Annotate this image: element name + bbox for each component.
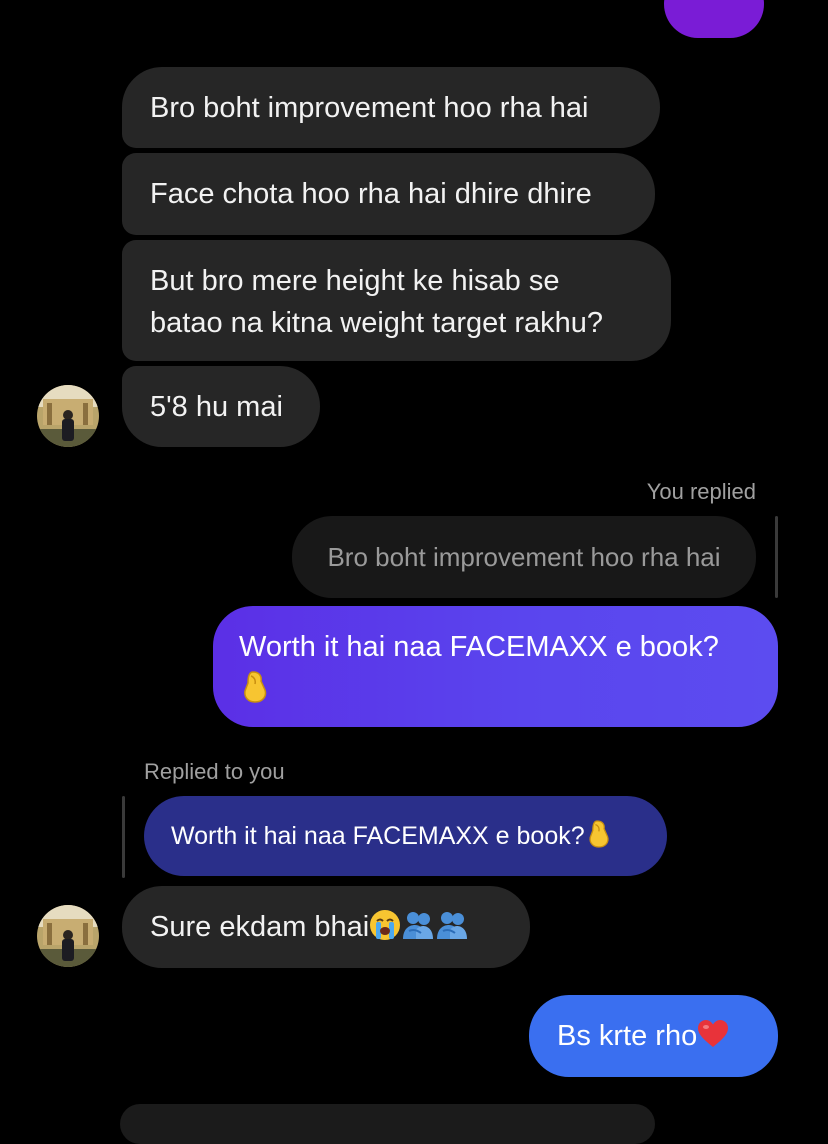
quoted-message[interactable]: Bro boht improvement hoo rha hai	[292, 516, 756, 598]
incoming-message[interactable]: 5'8 hu mai	[122, 366, 320, 447]
people-hugging-icon	[435, 909, 469, 941]
you-replied-label: You replied	[646, 479, 756, 504]
contact-avatar[interactable]	[37, 385, 99, 447]
incoming-message[interactable]: Face chota hoo rha hai dhire dhire	[122, 153, 655, 235]
pinched-fingers-icon	[239, 670, 269, 704]
red-heart-icon	[697, 1019, 729, 1049]
next-message-bubble-edge	[120, 1104, 655, 1144]
reply-quote-bar	[122, 796, 125, 878]
pinched-fingers-icon	[585, 819, 611, 849]
outgoing-message[interactable]: Worth it hai naa FACEMAXX e book?	[213, 606, 778, 727]
incoming-message[interactable]: But bro mere height ke hisab se batao na…	[122, 240, 671, 361]
loudly-crying-face-icon	[369, 909, 401, 941]
contact-avatar[interactable]	[37, 905, 99, 967]
outgoing-message[interactable]: Bs krte rho	[529, 995, 778, 1077]
incoming-message[interactable]: Sure ekdam bhai	[122, 886, 530, 968]
people-hugging-icon	[401, 909, 435, 941]
reply-quote-bar	[775, 516, 778, 598]
incoming-message[interactable]: Bro boht improvement hoo rha hai	[122, 67, 660, 148]
replied-to-you-label: Replied to you	[144, 759, 285, 784]
previous-outgoing-bubble-edge	[664, 0, 764, 38]
quoted-own-message[interactable]: Worth it hai naa FACEMAXX e book?	[144, 796, 667, 876]
